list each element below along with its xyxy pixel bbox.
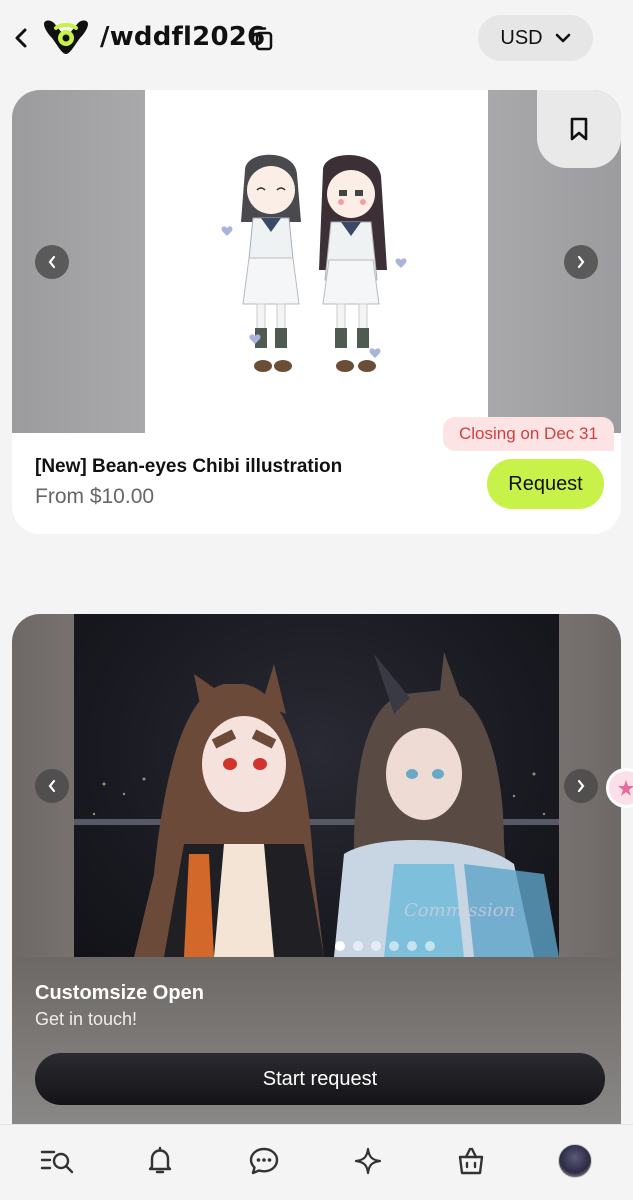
carousel-next-button[interactable] xyxy=(564,769,598,803)
bottom-navigation xyxy=(0,1124,633,1200)
chevron-down-icon xyxy=(555,33,570,43)
copy-button[interactable] xyxy=(250,26,274,52)
carousel-dot[interactable] xyxy=(389,941,399,951)
arrow-left-icon xyxy=(48,779,56,793)
nav-browse[interactable] xyxy=(37,1141,77,1181)
closing-badge: Closing on Dec 31 xyxy=(443,417,614,451)
request-button[interactable]: Request xyxy=(487,459,604,509)
commission-image: Commission xyxy=(74,614,559,957)
commission-title[interactable]: Customsize Open xyxy=(35,982,204,1005)
nav-notifications[interactable] xyxy=(140,1141,180,1181)
star-icon xyxy=(618,780,633,796)
avatar xyxy=(558,1144,592,1178)
bookmark-button[interactable] xyxy=(537,90,621,168)
product-price: From $10.00 xyxy=(35,485,155,508)
nav-profile[interactable] xyxy=(555,1141,595,1181)
back-button[interactable] xyxy=(10,26,32,50)
copy-icon xyxy=(251,27,273,51)
carousel-dot[interactable] xyxy=(425,941,435,951)
svg-text:Commission: Commission xyxy=(404,900,515,921)
bookmark-icon xyxy=(570,117,588,141)
carousel-prev-button[interactable] xyxy=(35,769,69,803)
currency-selector[interactable]: USD xyxy=(478,15,593,61)
chevron-left-icon xyxy=(15,28,27,48)
carousel-dot[interactable] xyxy=(371,941,381,951)
product-title[interactable]: [New] Bean-eyes Chibi illustration xyxy=(35,456,342,478)
bell-icon xyxy=(148,1146,172,1174)
arrow-left-icon xyxy=(48,255,56,269)
carousel-next-button[interactable] xyxy=(564,245,598,279)
nav-discover[interactable] xyxy=(348,1141,388,1181)
chat-icon xyxy=(249,1147,279,1175)
shopping-bag-icon xyxy=(458,1147,484,1175)
search-list-icon xyxy=(40,1150,74,1174)
currency-label: USD xyxy=(500,26,543,49)
nav-cart[interactable] xyxy=(451,1141,491,1181)
carousel-dot[interactable] xyxy=(407,941,417,951)
brand-logo[interactable] xyxy=(40,18,92,58)
shop-handle: /wddfl2026 xyxy=(100,22,266,52)
arrow-right-icon xyxy=(577,779,585,793)
product-image xyxy=(145,90,488,433)
carousel-prev-button[interactable] xyxy=(35,245,69,279)
nav-messages[interactable] xyxy=(244,1141,284,1181)
carousel-dots xyxy=(335,941,435,951)
start-request-button[interactable]: Start request xyxy=(35,1053,605,1105)
carousel-dot[interactable] xyxy=(353,941,363,951)
commission-subtitle: Get in touch! xyxy=(35,1009,138,1029)
commission-card[interactable]: Commission Customsize Open Get in touch!… xyxy=(12,614,621,1124)
product-carousel xyxy=(12,90,621,433)
product-card[interactable]: Closing on Dec 31 [New] Bean-eyes Chibi … xyxy=(12,90,621,534)
arrow-right-icon xyxy=(577,255,585,269)
carousel-dot[interactable] xyxy=(335,941,345,951)
top-bar: /wddfl2026 USD xyxy=(0,0,633,78)
sparkle-icon xyxy=(354,1147,382,1175)
